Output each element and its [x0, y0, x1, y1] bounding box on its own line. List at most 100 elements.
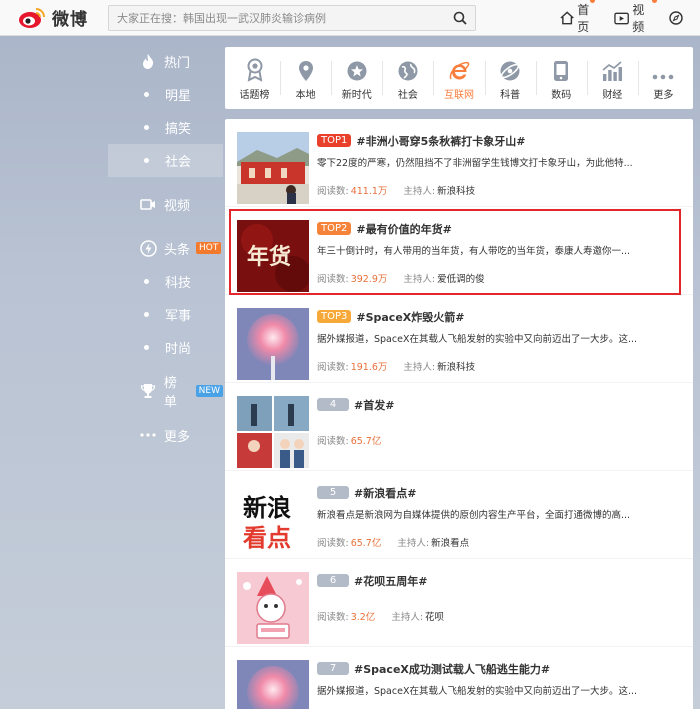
topic-thumbnail[interactable]: 新浪 看点 [237, 484, 309, 556]
topic-title[interactable]: #新浪看点# [354, 485, 416, 501]
bullet [144, 345, 149, 350]
video-icon [136, 198, 160, 211]
read-count: 392.9万 [350, 274, 388, 285]
topic-title[interactable]: #首发# [354, 397, 394, 413]
sidebar-item-society[interactable]: 社会 [108, 144, 223, 177]
read-count: 191.6万 [350, 362, 388, 373]
host-label: 主持人: [391, 612, 424, 623]
tab-topic-rank[interactable]: 话题榜 [229, 47, 280, 109]
topic-thumbnail[interactable] [237, 132, 309, 204]
tab-society[interactable]: 社会 [382, 47, 433, 109]
tab-internet[interactable]: 互联网 [433, 47, 484, 109]
bullet [144, 279, 149, 284]
topic-row[interactable]: 4 #首发# 阅读数: 65.7亿 [225, 383, 693, 471]
topic-row[interactable]: 6 #花呗五周年# 阅读数: 3.2亿 主持人: 花呗 [225, 559, 693, 647]
tab-label: 科普 [500, 89, 521, 101]
tab-science[interactable]: 科普 [484, 47, 536, 109]
sidebar-item-fashion[interactable]: 时尚 [108, 331, 223, 364]
notification-dot [652, 0, 658, 3]
hot-badge: HOT [196, 242, 222, 254]
topic-row[interactable]: TOP1 #非洲小哥穿5条秋裤打卡象牙山# 零下22度的严寒，仍然阻挡不了非洲留… [225, 119, 693, 207]
tab-label: 财经 [602, 89, 623, 101]
globe-icon [397, 56, 419, 82]
nav-home[interactable]: 首页 [560, 0, 600, 35]
sidebar-item-hot[interactable]: 热门 [108, 44, 223, 78]
host-label: 主持人: [403, 274, 436, 285]
phone-icon [553, 56, 569, 82]
topic-row[interactable]: TOP3 #SpaceX炸毁火箭# 据外媒报道，SpaceX在其载人飞船发射的实… [225, 295, 693, 383]
topic-title[interactable]: #SpaceX炸毁火箭# [356, 309, 464, 325]
search-input[interactable] [109, 6, 445, 30]
sidebar-label: 头条 [164, 242, 191, 258]
sidebar-label: 搞笑 [165, 122, 192, 137]
home-icon [560, 11, 574, 25]
host-name[interactable]: 新浪科技 [437, 359, 475, 373]
read-count: 3.2亿 [350, 612, 376, 623]
sidebar-item-rankings[interactable]: 榜单 NEW [108, 374, 223, 410]
thumb-text-xinlang: 新浪 [243, 494, 291, 522]
topic-row[interactable]: 新浪 看点 5 #新浪看点# 新浪看点是新浪网为自媒体提供的原创内容生产平台，全… [225, 471, 693, 559]
topic-thumbnail[interactable] [237, 660, 309, 709]
globe-star-icon [346, 56, 368, 82]
host-name[interactable]: 新浪看点 [431, 535, 469, 549]
read-count: 65.7亿 [350, 538, 382, 549]
topic-title[interactable]: #最有价值的年货# [356, 221, 451, 237]
search-icon [453, 11, 467, 25]
bullet [144, 158, 149, 163]
bullet [144, 92, 149, 97]
top-nav: 首页 视频 [560, 0, 700, 36]
topic-description: 新浪看点是新浪网为自媒体提供的原创内容生产平台，全面打通微博的高... [317, 510, 631, 521]
reads-label: 阅读数: [317, 362, 349, 373]
rank-badge: 6 [317, 574, 349, 587]
more-icon [136, 433, 160, 437]
sidebar-label: 榜单 [163, 376, 177, 410]
tab-label: 社会 [397, 89, 418, 101]
sidebar-label: 更多 [164, 429, 191, 445]
read-count: 411.1万 [350, 186, 388, 197]
nav-video[interactable]: 视频 [614, 0, 658, 35]
tab-label: 新时代 [341, 89, 372, 101]
host-name[interactable]: 新浪科技 [437, 183, 475, 197]
sidebar-item-tech[interactable]: 科技 [108, 265, 223, 298]
sidebar-item-more[interactable]: 更多 [108, 418, 223, 452]
chart-icon [601, 56, 623, 82]
rank-badge: 5 [317, 486, 349, 499]
topic-list: TOP1 #非洲小哥穿5条秋裤打卡象牙山# 零下22度的严寒，仍然阻挡不了非洲留… [225, 119, 693, 709]
sidebar-item-video[interactable]: 视频 [108, 187, 223, 221]
rank-badge: TOP1 [317, 134, 352, 147]
lightning-icon [136, 239, 160, 257]
host-name[interactable]: 花呗 [425, 609, 444, 623]
reads-label: 阅读数: [317, 274, 349, 285]
tab-new-era[interactable]: 新时代 [331, 47, 382, 109]
dots-icon [652, 56, 674, 82]
video-icon [614, 12, 629, 24]
search-button[interactable] [445, 6, 475, 30]
sidebar-item-military[interactable]: 军事 [108, 298, 223, 331]
topic-thumbnail[interactable] [237, 308, 309, 380]
topic-row[interactable]: 7 #SpaceX成功测试载人飞船逃生能力# 据外媒报道，SpaceX在其载人飞… [225, 647, 693, 709]
reads-label: 阅读数: [317, 186, 349, 197]
tab-label: 互联网 [443, 89, 474, 101]
sidebar-item-funny[interactable]: 搞笑 [108, 111, 223, 144]
topic-thumbnail[interactable]: 年货 [237, 220, 309, 292]
topic-description: 据外媒报道，SpaceX在其载人飞船发射的实验中又向前迈出了一大步。这... [317, 334, 637, 345]
topic-row[interactable]: 年货 TOP2 #最有价值的年货# 年三十倒计时，有人带用的当年货，有人带吃的当… [225, 207, 693, 295]
topic-title[interactable]: #花呗五周年# [354, 573, 427, 589]
tab-finance[interactable]: 财经 [586, 47, 638, 109]
host-name[interactable]: 爱低调的俊 [437, 271, 485, 285]
bullet [144, 312, 149, 317]
topic-thumbnail[interactable] [237, 396, 309, 468]
nav-discover[interactable] [669, 11, 686, 25]
topic-description: 据外媒报道，SpaceX在其载人飞船发射的实验中又向前迈出了一大步。这... [317, 686, 637, 697]
topic-thumbnail[interactable] [237, 572, 309, 644]
search-box [108, 5, 476, 31]
topic-title[interactable]: #非洲小哥穿5条秋裤打卡象牙山# [356, 133, 525, 149]
tab-local[interactable]: 本地 [280, 47, 331, 109]
weibo-logo[interactable]: 微博 [18, 5, 108, 30]
sidebar-item-headlines[interactable]: 头条 HOT [108, 231, 223, 265]
nav-home-label: 首页 [577, 3, 590, 34]
sidebar-item-stars[interactable]: 明星 [108, 78, 223, 111]
topic-title[interactable]: #SpaceX成功测试载人飞船逃生能力# [354, 661, 550, 677]
tab-more[interactable]: 更多 [637, 47, 689, 109]
tab-digital[interactable]: 数码 [535, 47, 587, 109]
